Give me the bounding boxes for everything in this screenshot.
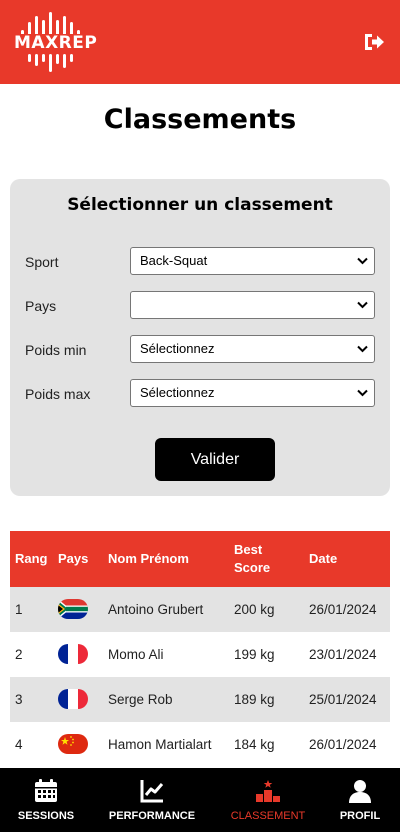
app-header: MAXREP [0,0,400,84]
cell-date: 26/01/2024 [309,737,377,752]
cell-nom: Momo Ali [108,647,164,662]
table-header: Rang Pays Nom Prénom Best Score Date [10,531,390,587]
cell-best-score: 200 kg [234,602,275,617]
header-date[interactable]: Date [309,531,337,587]
maxrep-logo[interactable]: MAXREP [12,10,98,74]
france-flag-icon [58,644,88,664]
pays-label: Pays [25,298,57,314]
cell-best-score: 184 kg [234,737,275,752]
nav-profil[interactable]: PROFIL [320,768,400,832]
cell-nom: Antoino Grubert [108,602,204,617]
table-row[interactable]: 2 Momo Ali 199 kg 23/01/2024 [10,632,390,677]
valider-button[interactable]: Valider [155,438,275,481]
chevron-down-icon [357,345,368,353]
cell-best-score: 199 kg [234,647,275,662]
logo-text: MAXREP [14,33,98,53]
nav-profil-label: PROFIL [339,810,381,822]
user-icon [349,780,371,803]
poids-min-select-value: Sélectionnez [140,341,215,356]
ranking-table: Rang Pays Nom Prénom Best Score Date 1 A… [10,531,390,767]
podium-icon [256,780,280,802]
sport-select[interactable]: Back-Squat [130,247,375,275]
header-rang[interactable]: Rang [15,531,48,587]
nav-classement[interactable]: CLASSEMENT [222,768,314,832]
chevron-down-icon [357,301,368,309]
nav-performance-label: PERFORMANCE [108,810,196,822]
cell-nom: Hamon Martialart [108,737,212,752]
cell-date: 26/01/2024 [309,602,377,617]
filter-panel-title: Sélectionner un classement [67,195,333,215]
bottom-navigation: SESSIONS PERFORMANCE CLASSEMENT PROFIL [0,768,400,832]
poids-min-label: Poids min [25,342,87,358]
chart-line-icon [140,780,164,803]
nav-performance[interactable]: PERFORMANCE [100,768,204,832]
table-row[interactable]: 3 Serge Rob 189 kg 25/01/2024 [10,677,390,722]
sport-select-value: Back-Squat [140,253,208,268]
nav-classement-label: CLASSEMENT [230,810,306,822]
header-nom[interactable]: Nom Prénom [108,531,189,587]
china-flag-icon [58,734,88,754]
header-best-score[interactable]: Best Score [234,531,294,587]
cell-nom: Serge Rob [108,692,173,707]
calendar-icon [35,779,57,802]
poids-max-select-value: Sélectionnez [140,385,215,400]
cell-rang: 1 [15,602,23,617]
south-africa-flag-icon [58,599,88,619]
table-row[interactable]: 4 Hamon Martialart 184 kg 26/01/2024 [10,722,390,767]
cell-rang: 2 [15,647,23,662]
nav-sessions-label: SESSIONS [17,810,75,822]
table-row[interactable]: 1 Antoino Grubert 200 kg 26/01/2024 [10,587,390,632]
header-pays[interactable]: Pays [58,531,88,587]
poids-min-select[interactable]: Sélectionnez [130,335,375,363]
poids-max-label: Poids max [25,386,91,402]
nav-sessions[interactable]: SESSIONS [0,768,92,832]
sport-label: Sport [25,254,59,270]
cell-date: 25/01/2024 [309,692,377,707]
pays-select[interactable] [130,291,375,319]
cell-rang: 4 [15,737,23,752]
filter-panel: Sélectionner un classement Sport Back-Sq… [10,179,390,496]
cell-date: 23/01/2024 [309,647,377,662]
france-flag-icon [58,689,88,709]
page-title: Classements [103,104,297,135]
cell-rang: 3 [15,692,23,707]
poids-max-select[interactable]: Sélectionnez [130,379,375,407]
chevron-down-icon [357,389,368,397]
logout-icon[interactable] [362,30,386,54]
chevron-down-icon [357,257,368,265]
cell-best-score: 189 kg [234,692,275,707]
